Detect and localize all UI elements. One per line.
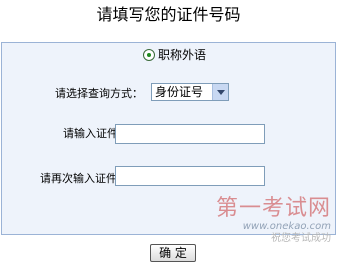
query-method-label: 请选择查询方式： <box>55 87 143 100</box>
watermark-url: www.onekao.com <box>242 221 331 232</box>
radio-selected-icon[interactable] <box>143 49 155 61</box>
confirm-button[interactable]: 确 定 <box>150 244 196 262</box>
id-number-input[interactable] <box>115 124 265 144</box>
radio-label: 职称外语 <box>158 48 207 62</box>
id-number-confirm-input[interactable] <box>115 166 265 186</box>
chevron-down-icon[interactable] <box>212 84 228 100</box>
watermark-logo: 第一考试网 www.onekao.com 祝您考试成功 <box>216 197 331 245</box>
watermark-slogan: 祝您考试成功 <box>271 233 331 244</box>
query-method-select[interactable]: 身份证号 <box>151 83 229 101</box>
page-title: 请填写您的证件号码 <box>96 5 241 24</box>
watermark-title: 第一考试网 <box>215 196 331 221</box>
query-method-value: 身份证号 <box>155 85 204 99</box>
exam-type-radio[interactable]: 职称外语 <box>143 47 206 63</box>
